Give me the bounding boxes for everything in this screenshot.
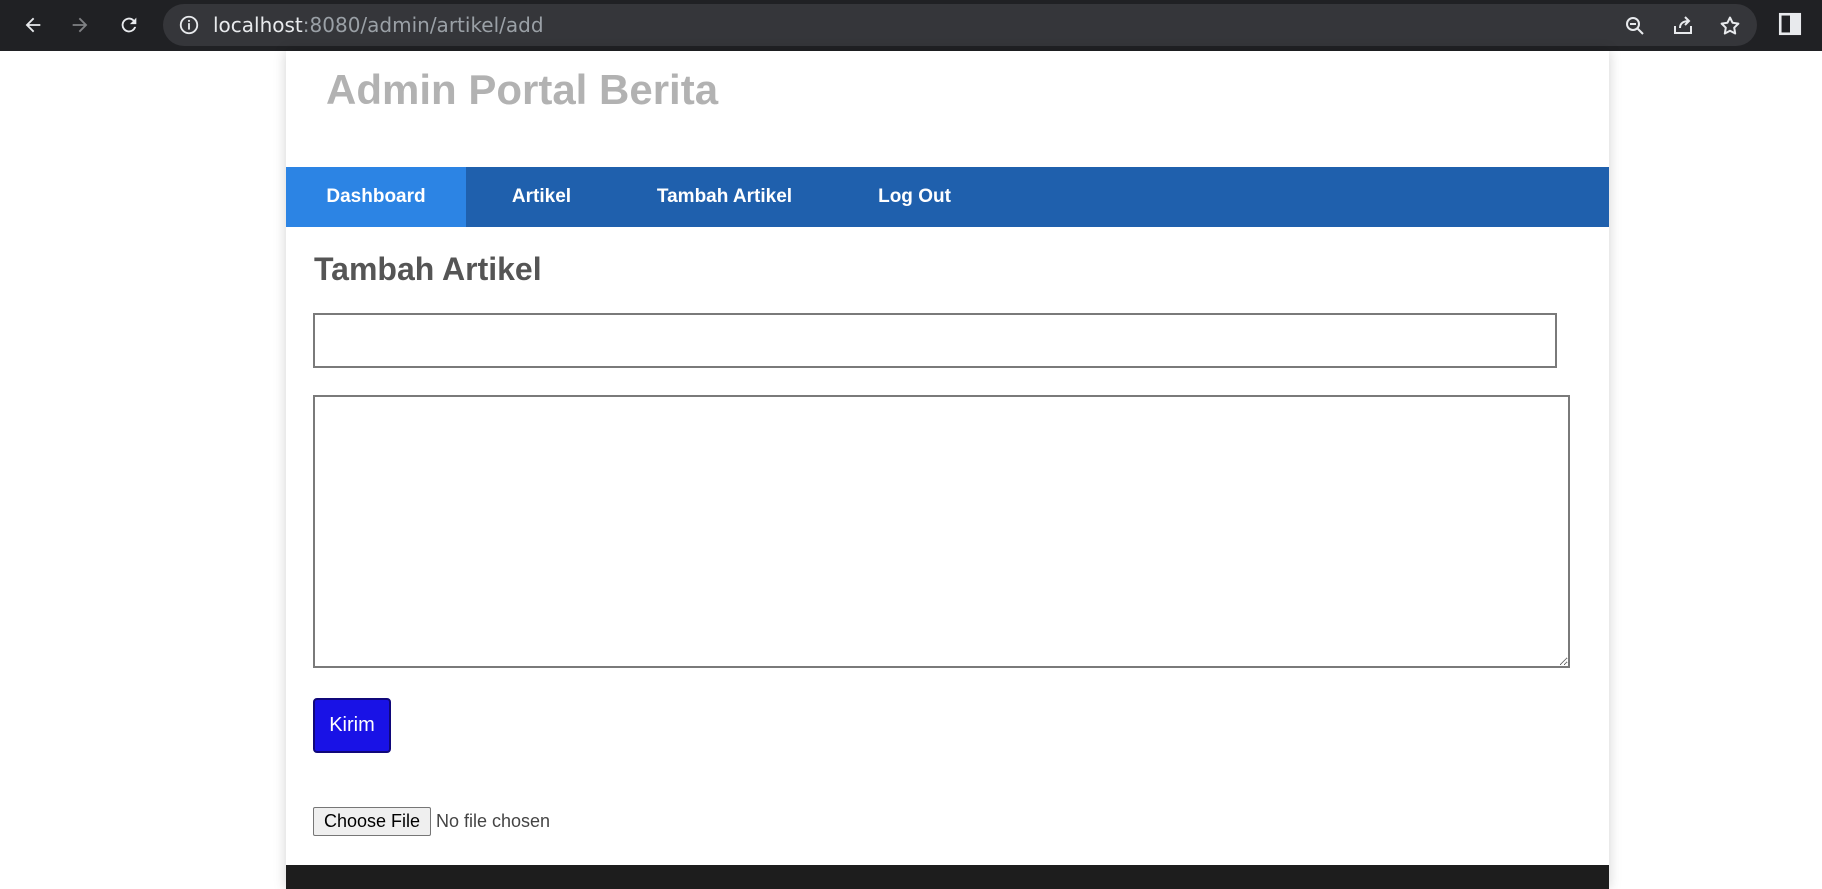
page-heading: Tambah Artikel (314, 251, 542, 287)
article-content-textarea[interactable] (313, 395, 1570, 668)
site-info-icon[interactable] (178, 14, 200, 36)
browser-toolbar: localhost:8080/admin/artikel/add (0, 0, 1822, 51)
site-title: Admin Portal Berita (326, 66, 719, 113)
main-navbar: Dashboard Artikel Tambah Artikel Log Out (286, 167, 1609, 227)
reload-icon[interactable] (113, 9, 145, 41)
article-title-input[interactable] (313, 313, 1557, 368)
forward-icon[interactable] (64, 9, 96, 41)
address-bar[interactable]: localhost:8080/admin/artikel/add (163, 4, 1757, 46)
url-text: localhost:8080/admin/artikel/add (213, 14, 544, 36)
side-panel-icon[interactable] (1777, 11, 1803, 37)
nav-item-log-out[interactable]: Log Out (832, 167, 997, 227)
url-path: :8080/admin/artikel/add (302, 13, 544, 37)
file-status-text: No file chosen (436, 811, 551, 831)
zoom-icon[interactable] (1623, 14, 1647, 38)
url-host: localhost (213, 13, 303, 37)
page-footer (286, 865, 1609, 889)
page-viewport: Admin Portal Berita Dashboard Artikel Ta… (0, 51, 1822, 889)
share-icon[interactable] (1671, 14, 1695, 38)
nav-item-dashboard[interactable]: Dashboard (286, 167, 466, 227)
submit-button[interactable]: Kirim (313, 698, 391, 753)
bookmark-star-icon[interactable] (1718, 14, 1742, 38)
nav-item-artikel[interactable]: Artikel (466, 167, 617, 227)
nav-item-tambah-artikel[interactable]: Tambah Artikel (617, 167, 832, 227)
back-icon[interactable] (17, 9, 49, 41)
main-container: Admin Portal Berita Dashboard Artikel Ta… (286, 51, 1609, 889)
choose-file-button[interactable]: Choose File (313, 807, 431, 836)
